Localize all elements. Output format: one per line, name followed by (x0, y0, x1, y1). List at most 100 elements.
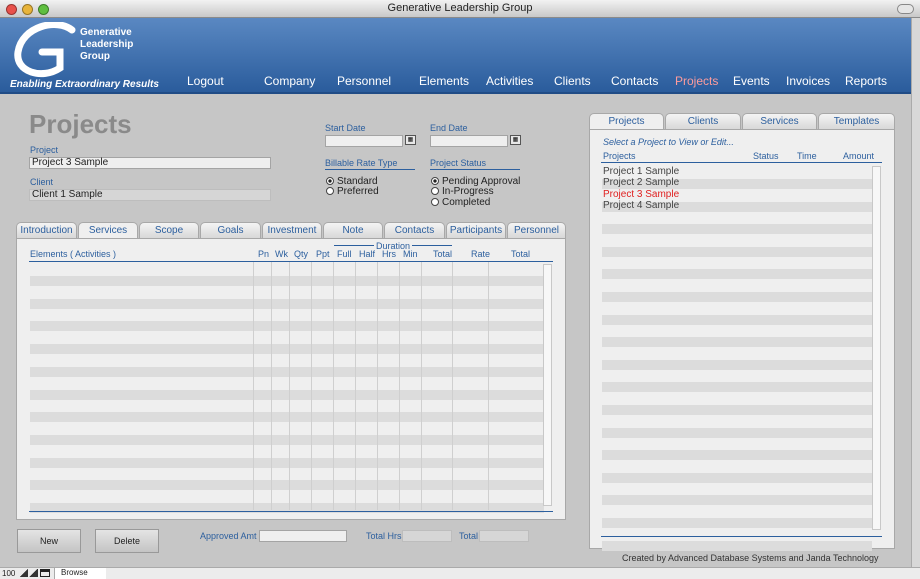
table-row[interactable] (30, 321, 544, 332)
tab-clients[interactable]: Clients (665, 113, 741, 129)
list-item[interactable]: Project 2 Sample (603, 177, 679, 188)
list-row-band (602, 246, 872, 257)
column-divider (289, 262, 290, 510)
zoom-level[interactable]: 100 (2, 569, 15, 578)
column-divider (311, 262, 312, 510)
tab-templates[interactable]: Templates (818, 113, 895, 129)
list-row-band (602, 382, 872, 393)
column-divider (399, 262, 400, 510)
nav-invoices[interactable]: Invoices (786, 74, 830, 88)
column-divider (253, 262, 254, 510)
nav-reports[interactable]: Reports (845, 74, 887, 88)
delete-button[interactable]: Delete (95, 529, 159, 553)
divider (412, 245, 452, 246)
status-option-completed[interactable]: Completed (431, 197, 490, 208)
divider (325, 169, 415, 170)
client-label: Client (30, 177, 54, 187)
nav-events[interactable]: Events (733, 74, 770, 88)
tab-projects[interactable]: Projects (589, 113, 664, 130)
tab-participants[interactable]: Participants (446, 222, 506, 238)
project-field[interactable]: Project 3 Sample (29, 157, 271, 169)
table-row[interactable] (30, 457, 544, 468)
radio-unselected-icon (431, 187, 439, 195)
new-button[interactable]: New (17, 529, 81, 553)
divider (601, 536, 882, 537)
project-list-scrollbar[interactable] (872, 166, 881, 530)
column-divider (421, 262, 422, 510)
tab-services-list[interactable]: Services (742, 113, 817, 129)
list-row-band (602, 224, 872, 235)
list-row-band (602, 359, 872, 370)
list-item[interactable]: Project 3 Sample (603, 189, 679, 200)
nav-personnel[interactable]: Personnel (337, 74, 391, 88)
column-header-grand-total: Total (511, 249, 531, 259)
company-logo-text: Generative Leadership Group (80, 27, 133, 63)
window-scrollbar[interactable] (911, 18, 920, 567)
divider (430, 169, 520, 170)
zoom-in-icon[interactable] (29, 569, 38, 577)
start-date-field[interactable] (325, 135, 403, 147)
list-row-band (602, 337, 872, 348)
tab-note[interactable]: Note (323, 222, 383, 238)
nav-projects[interactable]: Projects (675, 74, 718, 88)
tab-personnel[interactable]: Personnel (507, 222, 566, 238)
list-item[interactable]: Project 4 Sample (603, 200, 679, 211)
column-header-time: Time (797, 151, 817, 161)
nav-activities[interactable]: Activities (486, 74, 533, 88)
client-field[interactable]: Client 1 Sample (29, 189, 271, 201)
end-date-field[interactable] (430, 135, 508, 147)
list-row-band (602, 314, 872, 325)
list-item[interactable]: Project 1 Sample (603, 166, 679, 177)
logo-line: Leadership (80, 39, 134, 50)
divider (601, 162, 882, 163)
end-date-label: End Date (430, 123, 468, 133)
status-area-toggle-icon[interactable] (40, 569, 50, 577)
nav-clients[interactable]: Clients (554, 74, 591, 88)
services-scrollbar[interactable] (543, 264, 552, 506)
table-row[interactable] (30, 344, 544, 355)
company-logo-icon (14, 22, 76, 78)
table-row[interactable] (30, 389, 544, 400)
tab-scope[interactable]: Scope (139, 222, 199, 238)
table-row[interactable] (30, 276, 544, 286)
radio-label: Completed (442, 197, 491, 208)
approved-amount-field[interactable] (259, 530, 347, 542)
table-row[interactable] (30, 480, 544, 491)
column-header-pn: Pn (258, 249, 270, 259)
toolbar-toggle-button[interactable] (897, 4, 914, 14)
table-row[interactable] (30, 412, 544, 423)
tab-introduction[interactable]: Introduction (16, 222, 77, 238)
page-title: Projects (29, 109, 132, 139)
table-row[interactable] (30, 434, 544, 445)
radio-unselected-icon (326, 187, 334, 195)
table-row[interactable] (30, 366, 544, 377)
radio-selected-icon (431, 177, 439, 185)
calendar-icon[interactable]: ▦ (510, 135, 521, 145)
divider (29, 261, 553, 262)
status-option-in-progress[interactable]: In-Progress (431, 186, 494, 197)
nav-contacts[interactable]: Contacts (611, 74, 658, 88)
tab-investment[interactable]: Investment (262, 222, 322, 238)
tab-services[interactable]: Services (78, 222, 138, 239)
list-row-band (602, 540, 872, 551)
list-row-band (602, 518, 872, 528)
nav-elements[interactable]: Elements (419, 74, 469, 88)
tab-goals[interactable]: Goals (200, 222, 261, 238)
zoom-out-icon[interactable] (19, 569, 28, 577)
nav-company[interactable]: Company (264, 74, 315, 88)
column-header-full: Full (337, 249, 352, 259)
nav-logout[interactable]: Logout (187, 74, 224, 88)
billable-rate-label: Billable Rate Type (325, 158, 398, 168)
list-row-band (602, 292, 872, 302)
column-header-status: Status (753, 151, 779, 161)
total-label: Total (459, 531, 479, 541)
billable-option-preferred[interactable]: Preferred (326, 186, 379, 197)
calendar-icon[interactable]: ▦ (405, 135, 416, 145)
approved-amount-label: Approved Amt (200, 531, 257, 541)
tab-contacts[interactable]: Contacts (384, 222, 445, 238)
list-row-band (602, 269, 872, 280)
table-row[interactable] (30, 298, 544, 309)
start-date-label: Start Date (325, 123, 366, 133)
column-header-qty: Qty (294, 249, 309, 259)
column-divider (355, 262, 356, 510)
